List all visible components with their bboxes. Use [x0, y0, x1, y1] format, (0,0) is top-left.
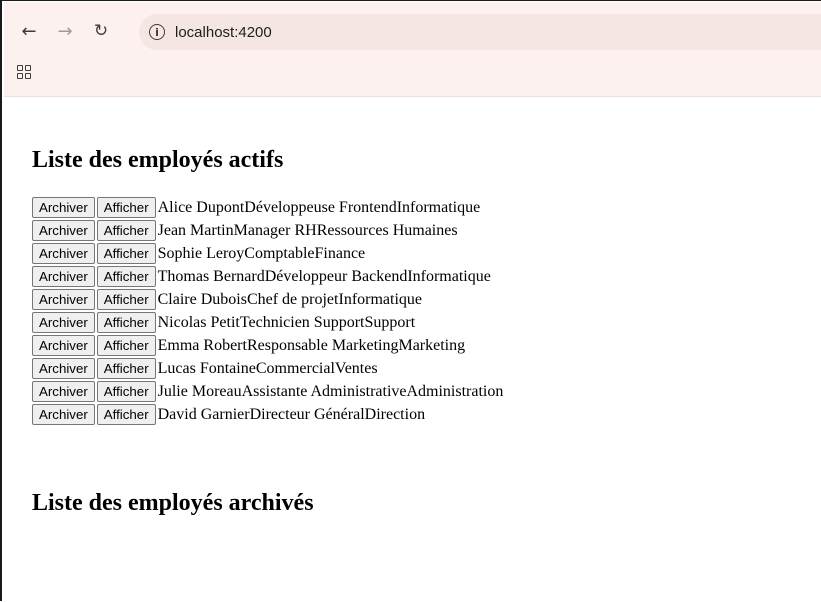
employee-info: Nicolas PetitTechnicien SupportSupport	[158, 314, 416, 332]
show-button[interactable]: Afficher	[96, 220, 156, 241]
info-icon[interactable]: i	[149, 24, 165, 40]
employee-name: Julie Moreau	[157, 382, 242, 400]
archive-button[interactable]: Archiver	[32, 266, 95, 287]
employee-name: Thomas Bernard	[157, 267, 265, 285]
employee-role: Développeur Backend	[264, 267, 408, 285]
employee-info: Emma RobertResponsable MarketingMarketin…	[158, 337, 466, 355]
employee-department: Informatique	[338, 290, 423, 308]
active-employees-title: Liste des employés actifs	[32, 147, 284, 173]
url-text[interactable]: localhost:4200	[175, 24, 272, 41]
archive-button[interactable]: Archiver	[32, 335, 95, 356]
employee-department: Ventes	[334, 359, 378, 377]
archived-employees-title: Liste des employés archivés	[32, 490, 314, 516]
archive-button[interactable]: Archiver	[32, 197, 95, 218]
list-item: Archiver Afficher Nicolas PetitTechnicien …	[32, 311, 503, 334]
list-item: Archiver Afficher Claire DuboisChef de pro…	[32, 288, 503, 311]
employee-info: Sophie LeroyComptableFinance	[158, 245, 366, 263]
employee-role: Technicien Support	[239, 313, 365, 331]
employee-name: Emma Robert	[157, 336, 247, 354]
employee-info: Jean MartinManager RHRessources Humaines	[158, 222, 458, 240]
archive-button[interactable]: Archiver	[32, 381, 95, 402]
list-item: Archiver Afficher Sophie LeroyComptableFin…	[32, 242, 503, 265]
employee-name: Nicolas Petit	[157, 313, 240, 331]
employee-role: Responsable Marketing	[246, 336, 399, 354]
archive-button[interactable]: Archiver	[32, 358, 95, 379]
employee-info: Claire DuboisChef de projetInformatique	[158, 291, 422, 309]
list-item: Archiver Afficher Emma RobertResponsable M…	[32, 334, 503, 357]
employee-name: Lucas Fontaine	[157, 359, 256, 377]
show-button[interactable]: Afficher	[96, 312, 156, 333]
show-button[interactable]: Afficher	[96, 404, 156, 425]
archive-button[interactable]: Archiver	[32, 289, 95, 310]
employee-name: David Garnier	[157, 405, 250, 423]
show-button[interactable]: Afficher	[96, 243, 156, 264]
employee-name: Jean Martin	[157, 221, 234, 239]
back-arrow-icon[interactable]: ←	[18, 20, 40, 42]
show-button[interactable]: Afficher	[96, 197, 156, 218]
list-item: Archiver Afficher Julie MoreauAssistante A…	[32, 380, 503, 403]
show-button[interactable]: Afficher	[96, 289, 156, 310]
show-button[interactable]: Afficher	[96, 335, 156, 356]
browser-toolbar: ← → ↻ i localhost:4200	[4, 2, 821, 97]
employee-role: Développeuse Frontend	[244, 198, 397, 216]
employee-department: Support	[364, 313, 416, 331]
address-bar[interactable]: i localhost:4200	[139, 14, 821, 50]
show-button[interactable]: Afficher	[96, 266, 156, 287]
list-item: Archiver Afficher Thomas BernardDéveloppeu…	[32, 265, 503, 288]
employee-info: David GarnierDirecteur GénéralDirection	[158, 406, 425, 424]
active-employees-list: Archiver Afficher Alice DupontDéveloppeuse…	[32, 196, 503, 426]
employee-info: Julie MoreauAssistante AdministrativeAdm…	[158, 383, 504, 401]
employee-department: Informatique	[396, 198, 481, 216]
archive-button[interactable]: Archiver	[32, 404, 95, 425]
employee-name: Alice Dupont	[157, 198, 245, 216]
archive-button[interactable]: Archiver	[32, 220, 95, 241]
employee-info: Alice DupontDéveloppeuse FrontendInforma…	[158, 199, 481, 217]
reload-icon[interactable]: ↻	[90, 20, 112, 42]
apps-grid-icon[interactable]	[17, 65, 31, 79]
employee-department: Ressources Humaines	[316, 221, 458, 239]
employee-department: Administration	[406, 382, 504, 400]
browser-window: ← → ↻ i localhost:4200 Liste des employé…	[0, 0, 821, 601]
employee-role: Commercial	[255, 359, 335, 377]
employee-name: Claire Dubois	[157, 290, 247, 308]
employee-department: Finance	[314, 244, 366, 262]
employee-department: Direction	[364, 405, 426, 423]
list-item: Archiver Afficher Lucas FontaineCommercial…	[32, 357, 503, 380]
list-item: Archiver Afficher Jean MartinManager RHRes…	[32, 219, 503, 242]
show-button[interactable]: Afficher	[96, 381, 156, 402]
list-item: Archiver Afficher David GarnierDirecteur G…	[32, 403, 503, 426]
archive-button[interactable]: Archiver	[32, 243, 95, 264]
show-button[interactable]: Afficher	[96, 358, 156, 379]
employee-role: Directeur Général	[249, 405, 365, 423]
list-item: Archiver Afficher Alice DupontDéveloppeuse…	[32, 196, 503, 219]
employee-info: Thomas BernardDéveloppeur BackendInforma…	[158, 268, 491, 286]
employee-role: Comptable	[244, 244, 315, 262]
archive-button[interactable]: Archiver	[32, 312, 95, 333]
employee-department: Informatique	[407, 267, 491, 285]
employee-info: Lucas FontaineCommercialVentes	[158, 360, 378, 378]
employee-name: Sophie Leroy	[157, 244, 245, 262]
employee-department: Marketing	[398, 336, 466, 354]
forward-arrow-icon[interactable]: →	[54, 20, 76, 42]
employee-role: Chef de projet	[246, 290, 339, 308]
employee-role: Manager RH	[233, 221, 317, 239]
employee-role: Assistante Administrative	[241, 382, 407, 400]
